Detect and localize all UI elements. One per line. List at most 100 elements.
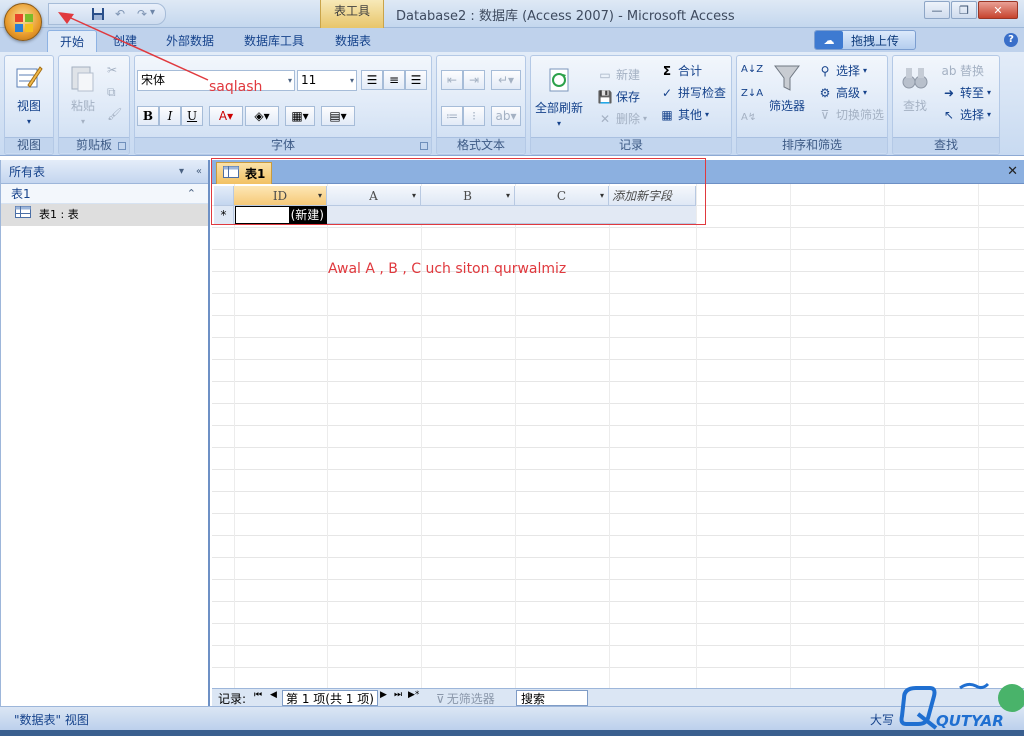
refresh-all-button[interactable]: 全部刷新 ▾ (535, 64, 583, 128)
chevron-down-icon: ▾ (80, 117, 85, 126)
drag-upload-button[interactable]: ☁ 拖拽上传 (814, 30, 916, 50)
redo-icon[interactable]: ↷ (133, 5, 151, 23)
decrease-indent-icon[interactable]: ⇤ (441, 70, 463, 90)
numbered-list-icon[interactable]: ≔ (441, 106, 463, 126)
sort-ascending-icon[interactable]: A↓Z (741, 64, 763, 75)
chevron-down-icon: ▾ (643, 114, 648, 123)
chevron-down-icon: ▾ (287, 76, 292, 85)
spelling-button[interactable]: ✓ 拼写检查 (659, 84, 726, 101)
goto-label: 转至 (960, 86, 985, 100)
grid-line (696, 184, 697, 690)
font-size-select[interactable]: 11 ▾ (297, 70, 357, 91)
tab-database-tools[interactable]: 数据库工具 (236, 30, 312, 52)
alt-row-color-icon[interactable]: ▤▾ (321, 106, 355, 126)
close-document-icon[interactable]: ✕ (1007, 164, 1018, 179)
dialog-launcher-icon[interactable] (118, 142, 126, 150)
annotation-note: Awal A , B , C uch siton qurwalmiz (328, 261, 567, 277)
chevron-down-icon: ▾ (349, 76, 354, 85)
restore-button[interactable]: ❐ (951, 1, 977, 19)
save-icon[interactable] (89, 5, 107, 23)
underline-icon[interactable]: U (181, 106, 203, 126)
advanced-filter-button[interactable]: ⚙ 高级 ▾ (817, 84, 867, 101)
grid-line (234, 184, 235, 690)
chevron-up-icon: ⌃ (186, 187, 196, 200)
more-button[interactable]: ▦ 其他 ▾ (659, 106, 709, 123)
more-grid-icon: ▦ (661, 107, 673, 122)
record-position-field[interactable]: 第 1 项(共 1 项) (282, 690, 378, 706)
selection-filter-label: 选择 (836, 64, 861, 78)
first-record-icon[interactable]: ⏮ (254, 690, 262, 700)
group-label-rich-text: 格式文本 (437, 137, 525, 153)
qat-customize-icon[interactable]: ▾ (150, 7, 155, 18)
chevron-down-icon: ▾ (863, 88, 868, 97)
clear-sort-icon[interactable]: A↯ (741, 112, 756, 123)
align-left-icon[interactable]: ☰ (361, 70, 383, 90)
status-bar: "数据表" 视图 大写 (0, 706, 1024, 730)
last-record-icon[interactable]: ⏭ (394, 690, 402, 700)
nav-item-table1[interactable]: 表1 : 表 (1, 204, 208, 226)
document-area: 表1 ✕ ID ▾ A ▾ B ▾ C ▾ 添加新字段 * (新建) 记录: ⏮… (212, 160, 1024, 706)
italic-icon[interactable]: I (159, 106, 181, 126)
ribbon: 视图 ▾ 视图 粘贴 ▾ ✂ ⧉ 🖌 剪贴板 宋体 ▾ 11 ▾ ☰ ≡ ☰ B… (0, 52, 1024, 156)
view-button-label: 视图 (16, 99, 41, 113)
datasheet-grid[interactable] (212, 184, 1024, 690)
nav-collapse-icon[interactable]: « (196, 160, 202, 184)
bulleted-list-icon[interactable]: ⁝ (463, 106, 485, 126)
goto-button[interactable]: ➜ 转至 ▾ (941, 84, 991, 101)
new-record-nav-icon[interactable]: ▶* (408, 690, 419, 700)
qat-spacer (53, 5, 85, 23)
select-label: 选择 (960, 108, 985, 122)
chevron-down-icon: ▾ (26, 117, 31, 126)
paste-button[interactable]: 粘贴 ▾ (67, 62, 99, 126)
undo-icon[interactable]: ↶ (111, 5, 129, 23)
highlight-icon[interactable]: ab▾ (491, 106, 521, 126)
format-painter-icon[interactable]: 🖌 (107, 107, 122, 121)
tab-home[interactable]: 开始 (47, 30, 97, 52)
nav-group-table1[interactable]: 表1 ⌃ (1, 184, 208, 204)
align-right-icon[interactable]: ☰ (405, 70, 427, 90)
cut-icon[interactable]: ✂ (107, 63, 117, 77)
sort-descending-icon[interactable]: Z↓A (741, 88, 763, 99)
tab-datasheet[interactable]: 数据表 (326, 30, 380, 52)
find-button[interactable]: 查找 (899, 62, 931, 114)
watermark-text: QUTYAR (936, 712, 1004, 730)
navigation-pane: 所有表 ▾ « 表1 ⌃ 表1 : 表 (0, 160, 210, 706)
fill-color-icon[interactable]: ◈▾ (245, 106, 279, 126)
search-input[interactable]: 搜索 (516, 690, 588, 706)
gridlines-icon[interactable]: ▦▾ (285, 106, 315, 126)
no-filter-button[interactable]: ⊽ 无筛选器 (436, 690, 495, 707)
dialog-launcher-icon[interactable] (420, 142, 428, 150)
text-direction-icon[interactable]: ↵▾ (491, 70, 521, 90)
increase-indent-icon[interactable]: ⇥ (463, 70, 485, 90)
new-record-icon: ▭ (599, 67, 611, 82)
copy-icon[interactable]: ⧉ (107, 85, 116, 100)
refresh-icon (543, 64, 575, 96)
nav-header[interactable]: 所有表 ▾ « (1, 160, 208, 184)
select-button[interactable]: ↖ 选择 ▾ (941, 106, 991, 123)
view-button[interactable]: 视图 ▾ (13, 62, 45, 126)
delete-record-button[interactable]: ✕ 删除 ▾ (597, 110, 647, 127)
align-center-icon[interactable]: ≡ (383, 70, 405, 90)
close-button[interactable]: ✕ (978, 1, 1018, 19)
help-icon[interactable]: ? (1004, 33, 1018, 47)
status-caps-lock: 大写 (870, 713, 895, 727)
selection-filter-button[interactable]: ⚲ 选择 ▾ (817, 62, 867, 79)
tab-external-data[interactable]: 外部数据 (158, 30, 222, 52)
replace-button[interactable]: ab 替换 (941, 62, 985, 79)
font-color-icon[interactable]: A▾ (209, 106, 243, 126)
nav-dropdown-icon[interactable]: ▾ (179, 160, 184, 184)
minimize-button[interactable]: — (924, 1, 950, 19)
new-record-button[interactable]: ▭ 新建 (597, 66, 640, 83)
tab-create[interactable]: 创建 (104, 30, 146, 52)
totals-button[interactable]: Σ 合计 (659, 62, 702, 79)
filter-button[interactable]: 筛选器 (769, 62, 805, 114)
save-record-button[interactable]: 💾 保存 (597, 88, 641, 105)
more-label: 其他 (678, 108, 703, 122)
office-button[interactable] (4, 3, 42, 41)
grid-line (421, 184, 422, 690)
next-record-icon[interactable]: ▶ (380, 690, 387, 700)
group-rich-text: ⇤ ⇥ ↵▾ ≔ ⁝ ab▾ 格式文本 (436, 55, 526, 155)
toggle-filter-button[interactable]: ⊽ 切换筛选 (817, 106, 884, 123)
prev-record-icon[interactable]: ◀ (270, 690, 277, 700)
bold-icon[interactable]: B (137, 106, 159, 126)
